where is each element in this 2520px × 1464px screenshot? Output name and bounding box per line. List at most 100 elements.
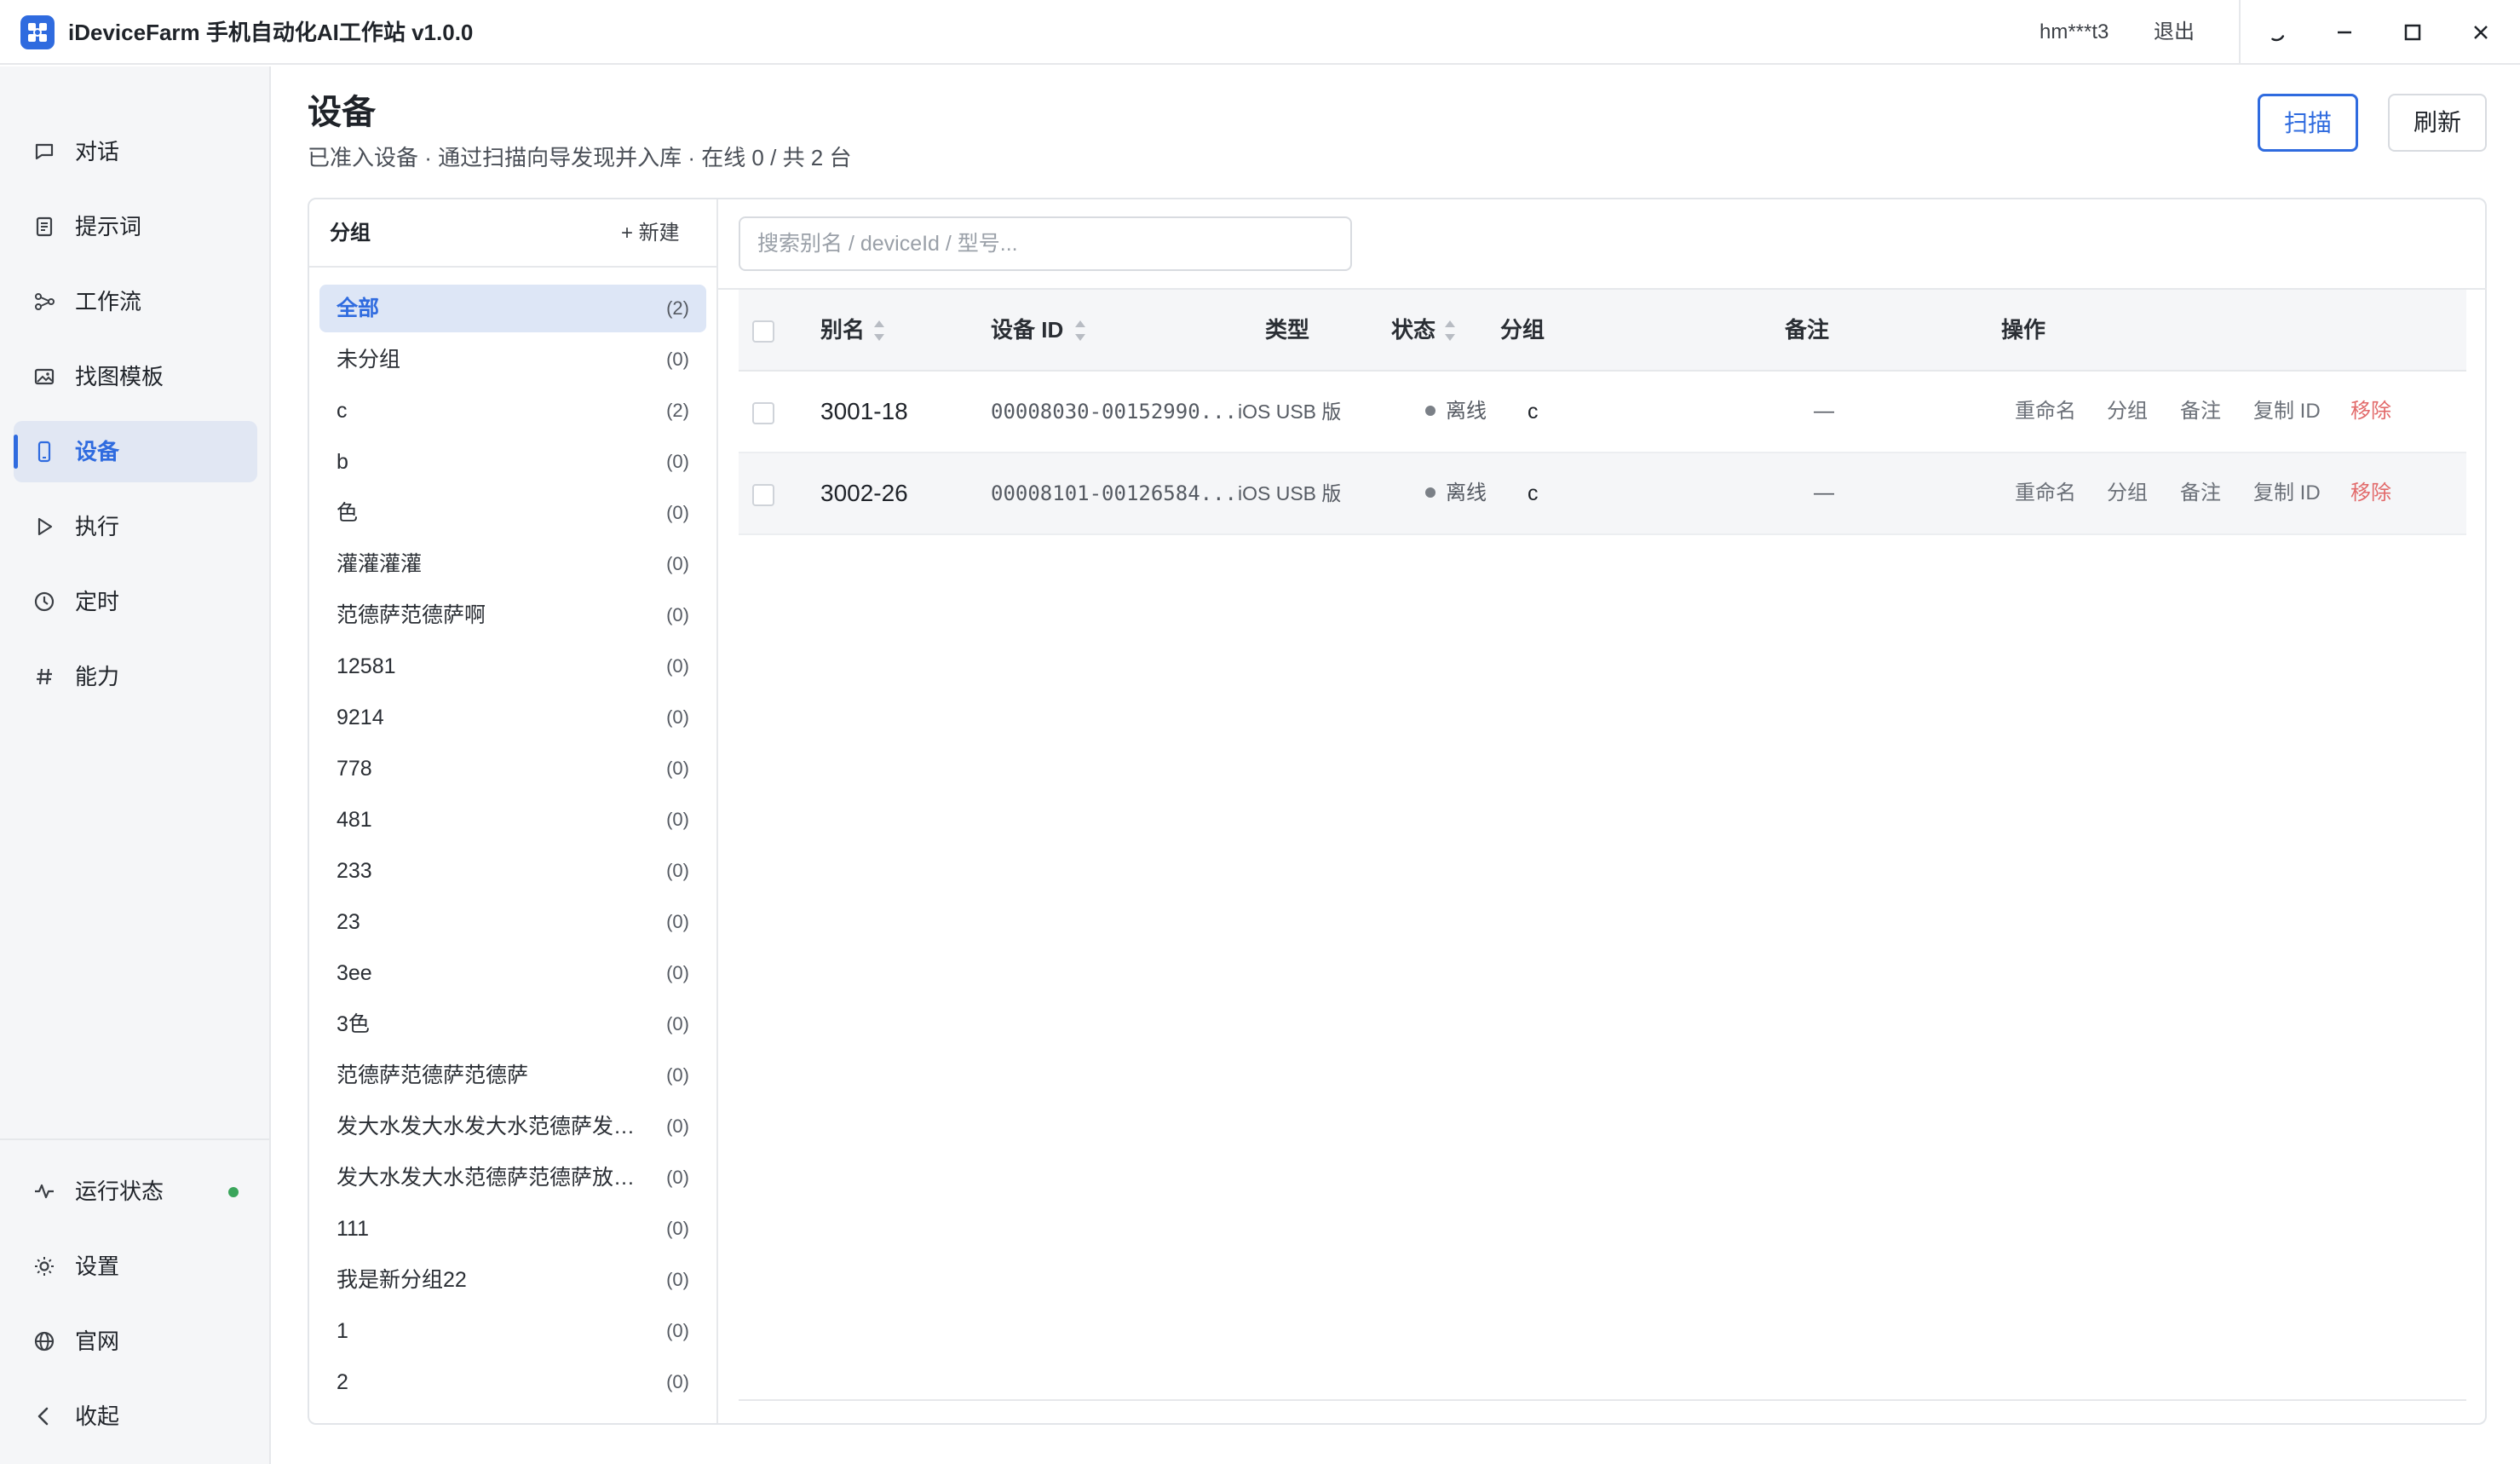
group-name: 发大水发大水范德萨范德萨放大水发 <box>337 1166 652 1190</box>
group-item[interactable]: c (2) <box>319 387 706 435</box>
chevron-left-icon <box>37 1407 49 1426</box>
group-button[interactable]: 分组 <box>2107 479 2148 508</box>
group-count: (0) <box>666 655 689 677</box>
scan-button[interactable]: 扫描 <box>2258 94 2358 152</box>
group-item[interactable]: 发大水发大水范德萨范德萨放大水发 (0) <box>319 1154 706 1202</box>
sidebar-item-website[interactable]: 官网 <box>14 1311 257 1372</box>
sidebar-item-chat[interactable]: 对话 <box>14 121 257 182</box>
sort-icon[interactable] <box>1442 318 1458 343</box>
close-button[interactable] <box>2464 15 2498 49</box>
sidebar-item-workflow[interactable]: 工作流 <box>14 271 257 332</box>
sidebar-item-devices[interactable]: 设备 <box>14 421 257 482</box>
device-type: iOS USB 版 <box>1238 401 1342 423</box>
maximize-button[interactable] <box>2396 15 2430 49</box>
group-count: (0) <box>666 1115 689 1137</box>
group-count: (0) <box>666 962 689 983</box>
group-item[interactable]: 未分组 (0) <box>319 336 706 383</box>
group-item[interactable]: 全部 (2) <box>319 285 706 332</box>
group-count: (0) <box>666 604 689 625</box>
group-item[interactable]: 1 (0) <box>319 1307 706 1355</box>
copy-id-button[interactable]: 复制 ID <box>2253 479 2321 508</box>
group-item[interactable]: 灌灌灌灌 (0) <box>319 540 706 588</box>
device-group: c <box>1528 400 1539 424</box>
rename-button[interactable]: 重命名 <box>2015 397 2076 426</box>
group-item[interactable]: 色 (0) <box>319 489 706 537</box>
sidebar-divider <box>0 1138 269 1140</box>
group-count: (0) <box>666 502 689 523</box>
sidebar-item-label: 执行 <box>75 514 120 539</box>
device-alias: 3001-18 <box>820 398 908 424</box>
column-header-device-id: 设备 ID <box>991 317 1064 343</box>
sidebar-item-execute[interactable]: 执行 <box>14 496 257 557</box>
group-item[interactable]: 9214 (0) <box>319 694 706 741</box>
group-item[interactable]: 778 (0) <box>319 745 706 793</box>
group-count: (0) <box>666 1218 689 1239</box>
sidebar-item-settings[interactable]: 设置 <box>14 1236 257 1297</box>
group-name: 233 <box>337 859 372 883</box>
logout-button[interactable]: 退出 <box>2154 19 2195 46</box>
sidebar-item-schedule[interactable]: 定时 <box>14 571 257 632</box>
sidebar-item-prompts[interactable]: 提示词 <box>14 196 257 257</box>
new-group-button[interactable]: + 新建 <box>621 220 680 247</box>
sidebar-item-label: 收起 <box>75 1403 120 1429</box>
remove-button[interactable]: 移除 <box>2350 397 2391 426</box>
note-button[interactable]: 备注 <box>2180 479 2221 508</box>
table-header: 别名 设备 ID 类型 状态 分组 备注 操作 <box>739 290 2466 372</box>
status-dot <box>1425 405 1435 416</box>
sidebar-item-runtime-status[interactable]: 运行状态 <box>14 1161 257 1222</box>
group-item[interactable]: 111 (0) <box>319 1205 706 1253</box>
group-count: (0) <box>666 1013 689 1035</box>
sort-icon[interactable] <box>1073 318 1088 343</box>
remove-button[interactable]: 移除 <box>2350 479 2391 508</box>
group-item[interactable]: 范德萨范德萨啊 (0) <box>319 591 706 639</box>
sidebar-item-label: 工作流 <box>75 289 142 314</box>
group-item[interactable]: 12581 (0) <box>319 643 706 690</box>
sidebar-item-label: 对话 <box>75 139 120 164</box>
document-icon <box>36 216 53 237</box>
column-header-group: 分组 <box>1500 317 1545 343</box>
copy-id-button[interactable]: 复制 ID <box>2253 397 2321 426</box>
sidebar-collapse-button[interactable]: 收起 <box>14 1386 257 1447</box>
row-checkbox[interactable] <box>752 484 774 506</box>
titlebar-divider <box>2239 0 2241 65</box>
group-item[interactable]: b (0) <box>319 438 706 486</box>
table-row[interactable]: 3001-18 00008030-00152990... iOS USB 版 离… <box>739 372 2466 453</box>
group-item[interactable]: 233 (0) <box>319 847 706 895</box>
group-count: (0) <box>666 349 689 370</box>
rename-button[interactable]: 重命名 <box>2015 479 2076 508</box>
sidebar-item-image-templates[interactable]: 找图模板 <box>14 346 257 407</box>
select-all-checkbox[interactable] <box>752 320 774 343</box>
device-id: 00008101-00126584... <box>991 481 1237 505</box>
row-checkbox[interactable] <box>752 402 774 424</box>
note-button[interactable]: 备注 <box>2180 397 2221 426</box>
group-panel: 分组 + 新建 全部 (2) 未分组 (0) c (2) b (0) 色 (0) 灌灌灌灌 (0) 范德… <box>309 199 718 1423</box>
group-item[interactable]: 23 (0) <box>319 898 706 946</box>
device-search-input[interactable] <box>739 216 1352 271</box>
group-name: 全部 <box>337 297 380 320</box>
group-item[interactable]: 3色 (0) <box>319 1000 706 1048</box>
group-item[interactable]: 我是新分组22 (0) <box>319 1256 706 1304</box>
group-name: 未分组 <box>337 348 401 372</box>
minimize-button[interactable] <box>2327 15 2362 49</box>
group-name: 1 <box>337 1319 348 1343</box>
refresh-button[interactable]: 刷新 <box>2388 94 2487 152</box>
devices-card: 分组 + 新建 全部 (2) 未分组 (0) c (2) b (0) 色 (0) 灌灌灌灌 (0) 范德… <box>308 198 2487 1425</box>
group-count: (2) <box>666 297 689 319</box>
sidebar-item-capabilities[interactable]: 能力 <box>14 646 257 707</box>
sort-icon[interactable] <box>872 318 887 343</box>
table-row[interactable]: 3002-26 00008101-00126584... iOS USB 版 离… <box>739 453 2466 535</box>
group-name: 9214 <box>337 706 384 729</box>
group-item[interactable]: 范德萨范德萨范德萨 (0) <box>319 1052 706 1099</box>
device-alias: 3002-26 <box>820 480 908 506</box>
group-button[interactable]: 分组 <box>2107 397 2148 426</box>
group-item[interactable]: 2 (0) <box>319 1358 706 1406</box>
column-header-actions: 操作 <box>2001 317 2046 343</box>
column-header-type: 类型 <box>1265 317 1310 343</box>
group-name: 灌灌灌灌 <box>337 552 423 576</box>
group-count: (0) <box>666 1064 689 1086</box>
group-item[interactable]: 发大水发大水发大水范德萨发大水发大水 (0) <box>319 1103 706 1150</box>
group-item[interactable]: 481 (0) <box>319 796 706 844</box>
app-title: iDeviceFarm 手机自动化AI工作站 v1.0.0 <box>68 20 474 45</box>
group-item[interactable]: 3ee (0) <box>319 949 706 997</box>
group-name: 我是新分组22 <box>337 1268 467 1292</box>
